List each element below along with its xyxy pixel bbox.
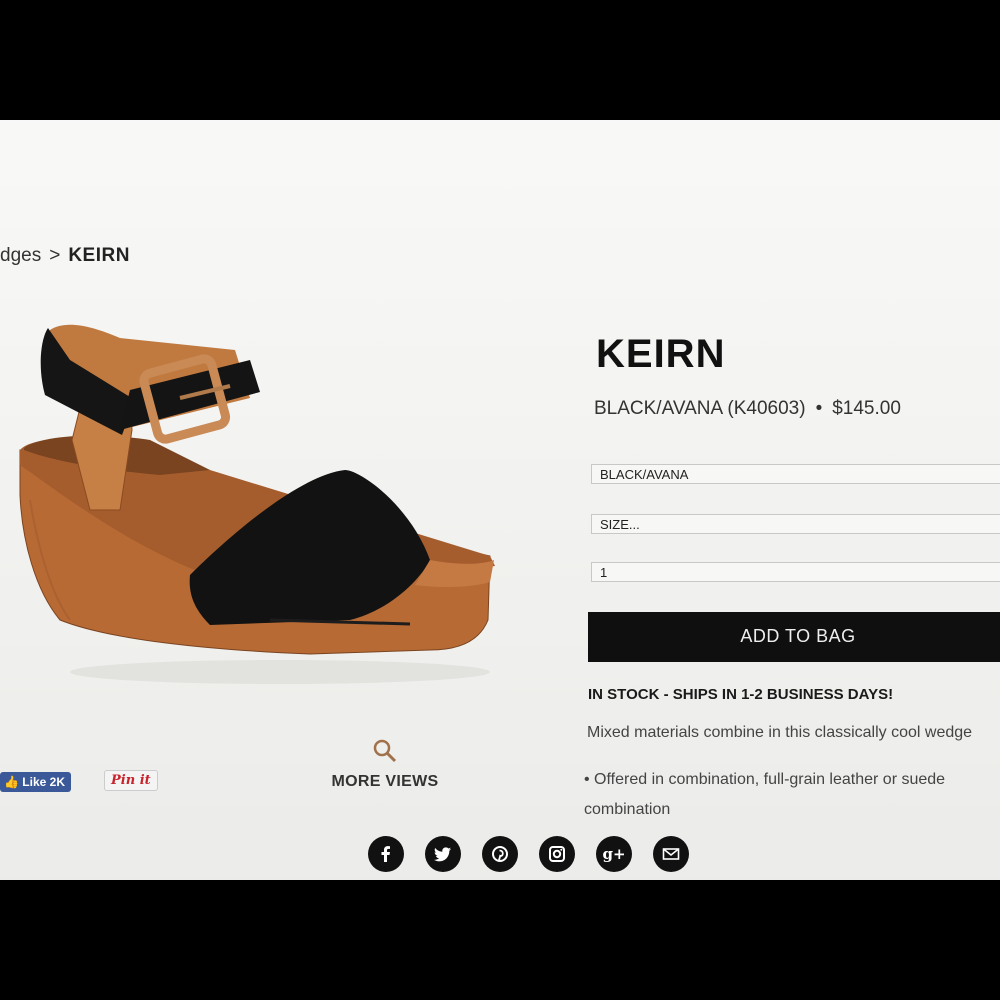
magnifier-icon: [373, 739, 397, 763]
product-title: KEIRN: [596, 332, 726, 376]
size-select[interactable]: SIZE...: [591, 514, 1000, 534]
subline-separator: •: [815, 398, 823, 419]
product-subline: BLACK/AVANA (K40603) • $145.00: [594, 398, 901, 420]
share-bar: g+: [368, 836, 689, 872]
add-to-bag-button[interactable]: ADD TO BAG: [588, 612, 1000, 662]
email-icon[interactable]: [653, 836, 689, 872]
feature-bullet-text: Offered in combination, full-grain leath…: [584, 771, 946, 818]
instagram-icon[interactable]: [539, 836, 575, 872]
feature-bullet: • Offered in combination, full-grain lea…: [584, 771, 946, 818]
product-description: Mixed materials combine in this classica…: [587, 724, 973, 741]
breadcrumb-parent-link[interactable]: dges: [0, 245, 41, 266]
more-views-label: MORE VIEWS: [331, 773, 439, 790]
color-code: BLACK/AVANA (K40603): [594, 398, 806, 419]
pin-it-button[interactable]: Pin it: [104, 770, 158, 791]
facebook-icon[interactable]: [368, 836, 404, 872]
twitter-icon[interactable]: [425, 836, 461, 872]
color-select[interactable]: BLACK/AVANA: [591, 464, 1000, 484]
facebook-like-button[interactable]: 👍 Like 2K: [0, 772, 71, 792]
web-page-screen: dges > KEIRN 👍 Like 2K Pin it MORE VIEWS K…: [0, 120, 1000, 880]
more-views-button[interactable]: MORE VIEWS: [330, 738, 440, 791]
thumbs-up-icon: 👍: [4, 775, 19, 789]
product-image[interactable]: [10, 320, 510, 700]
breadcrumb-current: KEIRN: [68, 245, 130, 266]
product-price: $145.00: [832, 398, 901, 419]
facebook-like-label: Like 2K: [22, 775, 65, 789]
stock-status: IN STOCK - SHIPS IN 1-2 BUSINESS DAYS!: [588, 686, 894, 703]
breadcrumb-separator: >: [49, 245, 61, 266]
google-plus-icon[interactable]: g+: [596, 836, 632, 872]
breadcrumb: dges > KEIRN: [0, 245, 130, 267]
quantity-input[interactable]: 1: [591, 562, 1000, 582]
pinterest-icon[interactable]: [482, 836, 518, 872]
